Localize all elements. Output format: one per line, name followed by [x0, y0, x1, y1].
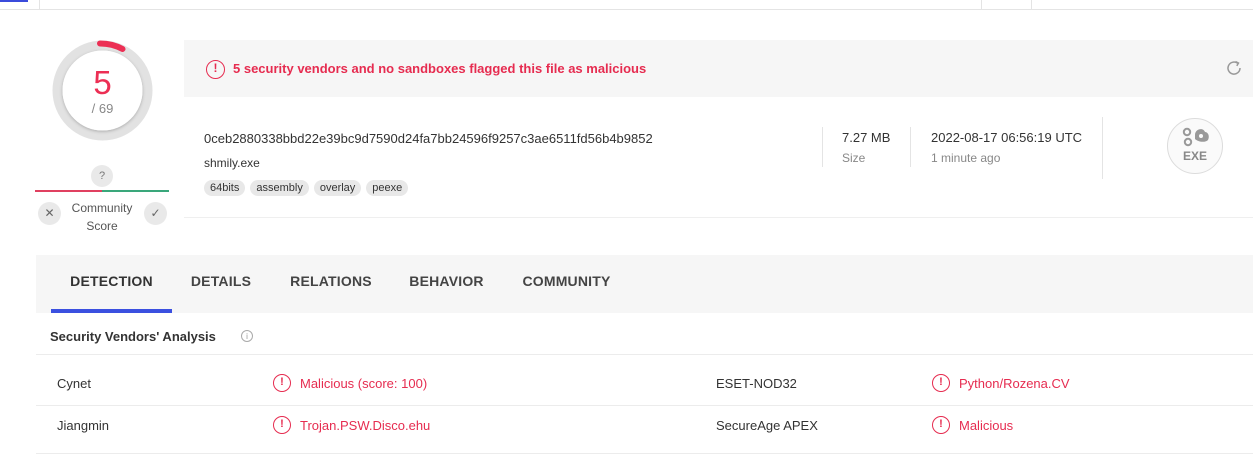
community-score-label: Community Score: [65, 199, 139, 235]
detection-alert-banner: ! 5 security vendors and no sandboxes fl…: [184, 40, 1253, 97]
community-label-line1: Community: [71, 201, 133, 215]
malicious-icon: !: [273, 374, 291, 392]
analysis-date-relative: 1 minute ago: [931, 151, 1001, 165]
detection-score-ring: 5 / 69: [51, 39, 154, 142]
file-details-panel: 0ceb2880338bbd22e39bc9d7590d24fa7bb24596…: [184, 97, 1253, 218]
vendor-name: ESET-NOD32: [716, 376, 797, 391]
tab-detection[interactable]: DETECTION: [51, 255, 172, 313]
gears-icon: [1182, 127, 1209, 147]
question-icon[interactable]: ?: [91, 165, 113, 187]
warning-icon: !: [206, 60, 225, 79]
community-label-line2: Score: [86, 219, 118, 233]
vendor-result: Python/Rozena.CV: [959, 376, 1070, 391]
file-type-badge: EXE: [1167, 118, 1223, 174]
malicious-icon: !: [932, 416, 950, 434]
alert-message: 5 security vendors and no sandboxes flag…: [233, 61, 647, 76]
divider: [910, 127, 911, 167]
vendor-name: Cynet: [57, 376, 91, 391]
downvote-button[interactable]: ✕: [38, 202, 61, 225]
upvote-button[interactable]: ✓: [144, 202, 167, 225]
vendor-result: Malicious (score: 100): [300, 376, 428, 391]
divider: [1102, 117, 1103, 179]
vendor-name: SecureAge APEX: [716, 418, 818, 433]
vendor-name: Jiangmin: [57, 418, 110, 433]
file-type-label: EXE: [1182, 149, 1207, 163]
section-title: Security Vendors' Analysis: [50, 329, 216, 344]
file-size-label: Size: [842, 151, 866, 165]
file-tags: 64bits assembly overlay peexe: [204, 180, 409, 196]
nav-accent: [0, 0, 28, 2]
vendor-result: Malicious: [959, 418, 1014, 433]
malicious-icon: !: [273, 416, 291, 434]
tag[interactable]: 64bits: [204, 180, 246, 196]
malicious-icon: !: [932, 374, 950, 392]
analysis-date: 2022-08-17 06:56:19 UTC: [931, 130, 1083, 145]
tab-behavior[interactable]: BEHAVIOR: [400, 255, 493, 313]
tag[interactable]: peexe: [366, 180, 409, 196]
file-name: shmily.exe: [204, 156, 260, 170]
divider: [981, 0, 982, 10]
community-score: ? ✕ Community Score ✓: [35, 165, 169, 235]
report-tabs: DETECTION DETAILS RELATIONS BEHAVIOR COM…: [36, 255, 1253, 313]
tab-details[interactable]: DETAILS: [182, 255, 260, 313]
info-icon[interactable]: i: [241, 330, 253, 342]
vendors-analysis-header: Security Vendors' Analysis i: [36, 318, 1253, 355]
detections-count: 5: [93, 64, 112, 101]
tab-community[interactable]: COMMUNITY: [513, 255, 620, 313]
file-size: 7.27 MB: [842, 130, 891, 145]
table-row: Jiangmin ! Trojan.PSW.Disco.ehu SecureAg…: [36, 406, 1253, 454]
tag[interactable]: assembly: [250, 180, 309, 196]
vendor-result: Trojan.PSW.Disco.ehu: [300, 418, 431, 433]
engines-total: / 69: [91, 101, 114, 116]
table-row: Cynet ! Malicious (score: 100) ESET-NOD3…: [36, 358, 1253, 406]
tab-relations[interactable]: RELATIONS: [281, 255, 381, 313]
community-bar-negative: [35, 190, 102, 192]
divider: [39, 0, 40, 10]
divider: [1031, 0, 1032, 10]
file-hash[interactable]: 0ceb2880338bbd22e39bc9d7590d24fa7bb24596…: [204, 131, 653, 146]
divider: [822, 127, 823, 167]
tag[interactable]: overlay: [313, 180, 362, 196]
refresh-icon[interactable]: [1224, 58, 1244, 78]
community-bar-positive: [102, 190, 169, 192]
top-search-bar: [0, 0, 1253, 10]
